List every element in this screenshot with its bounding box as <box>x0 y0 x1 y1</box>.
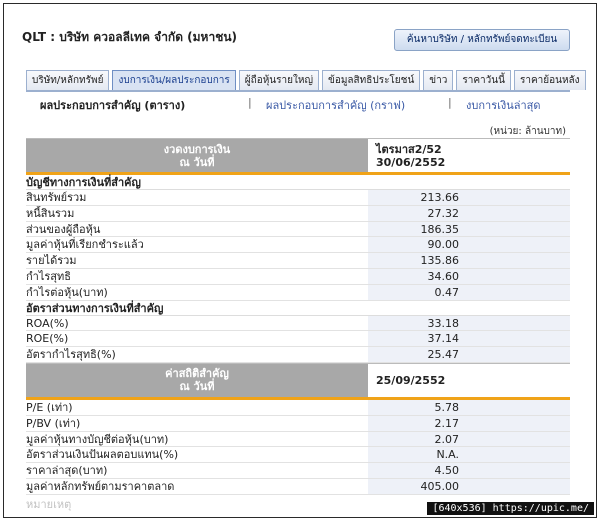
tab-company[interactable]: บริษัท/หลักทรัพย์ <box>26 70 110 90</box>
header-value: ไตรมาส2/52 30/06/2552 <box>368 139 570 172</box>
row-value: 25.47 <box>368 347 570 362</box>
row-value: 34.60 <box>368 268 570 284</box>
tab-rights[interactable]: ข้อมูลสิทธิประโยชน์ <box>321 70 421 90</box>
row-label: ROA(%) <box>26 315 368 331</box>
row-value: 405.00 <box>368 478 570 494</box>
row-value: 4.50 <box>368 463 570 478</box>
financial-table: งวดงบการเงิน ณ วันที่ ไตรมาส2/52 30/06/2… <box>26 138 570 511</box>
row-label: หนี้สินรวม <box>26 205 368 221</box>
watermark-badge: [640x536] https://upic.me/ <box>427 502 594 515</box>
page-frame: QLT : บริษัท ควอลลีเทค จำกัด (มหาชน) ค้น… <box>3 3 597 518</box>
subnav-graph-link[interactable]: ผลประกอบการสำคัญ (กราฟ) <box>266 96 405 114</box>
table-row: ROA(%) 33.18 <box>26 315 570 332</box>
table-row: P/E (เท่า) 5.78 <box>26 399 570 416</box>
row-label: ส่วนของผู้ถือหุ้น <box>26 221 368 237</box>
section-heading: บัญชีทางการเงินที่สำคัญ <box>26 175 570 190</box>
row-label: มูลค่าหุ้นที่เรียกชำระแล้ว <box>26 237 368 253</box>
row-value: 90.00 <box>368 237 570 253</box>
table-row: P/BV (เท่า) 2.17 <box>26 415 570 432</box>
row-value: 37.14 <box>368 331 570 347</box>
row-label: P/E (เท่า) <box>26 399 368 415</box>
table-row: สินทรัพย์รวม 213.66 <box>26 190 570 206</box>
subnav-separator: | <box>248 96 252 109</box>
tab-price-history[interactable]: ราคาย้อนหลัง <box>513 70 586 90</box>
row-value: 213.66 <box>368 190 570 205</box>
tab-news[interactable]: ข่าว <box>423 70 454 90</box>
tab-financials[interactable]: งบการเงิน/ผลประกอบการ <box>112 70 236 90</box>
row-value: 33.18 <box>368 315 570 331</box>
row-label: กำไรสุทธิ <box>26 268 368 284</box>
sub-navigation: ผลประกอบการสำคัญ (ตาราง) | ผลประกอบการสำ… <box>40 96 576 112</box>
row-label: อัตรากำไรสุทธิ(%) <box>26 347 368 362</box>
row-value: 27.32 <box>368 205 570 221</box>
header-date: 30/06/2552 <box>376 155 446 169</box>
header-value: 25/09/2552 <box>368 363 570 397</box>
table-row: รายได้รวม 135.86 <box>26 253 570 269</box>
row-value: 186.35 <box>368 221 570 237</box>
table-row: อัตรากำไรสุทธิ(%) 25.47 <box>26 347 570 363</box>
table-row: กำไรต่อหุ้น(บาท) 0.47 <box>26 284 570 301</box>
header-label-date: ณ วันที่ <box>179 380 215 394</box>
row-label: ราคาล่าสุด(บาท) <box>26 463 368 478</box>
row-value: 5.78 <box>368 399 570 415</box>
row-label: มูลค่าหลักทรัพย์ตามราคาตลาด <box>26 478 368 494</box>
row-value: 0.47 <box>368 284 570 300</box>
header-label-stats: ค่าสถิติสำคัญ <box>165 367 229 381</box>
section-heading: อัตราส่วนทางการเงินที่สำคัญ <box>26 301 570 316</box>
table-row: กำไรสุทธิ 34.60 <box>26 268 570 285</box>
search-company-button[interactable]: ค้นหาบริษัท / หลักทรัพย์จดทะเบียน <box>394 29 570 51</box>
table-row: หนี้สินรวม 27.32 <box>26 205 570 222</box>
header-label: ค่าสถิติสำคัญ ณ วันที่ <box>26 363 368 397</box>
company-title: QLT : บริษัท ควอลลีเทค จำกัด (มหาชน) <box>22 30 238 44</box>
tab-bar: บริษัท/หลักทรัพย์ งบการเงิน/ผลประกอบการ … <box>26 70 586 90</box>
subnav-latest-link[interactable]: งบการเงินล่าสุด <box>466 96 541 114</box>
row-label: กำไรต่อหุ้น(บาท) <box>26 284 368 300</box>
subnav-separator: | <box>448 96 452 109</box>
row-label: สินทรัพย์รวม <box>26 190 368 205</box>
header-label: งวดงบการเงิน ณ วันที่ <box>26 139 368 172</box>
header-quarter: ไตรมาส2/52 <box>376 142 442 156</box>
header-date: 25/09/2552 <box>376 373 446 387</box>
tab-major-shareholders[interactable]: ผู้ถือหุ้นรายใหญ่ <box>238 70 319 90</box>
row-label: P/BV (เท่า) <box>26 415 368 431</box>
table-row: ส่วนของผู้ถือหุ้น 186.35 <box>26 221 570 238</box>
table-header: งวดงบการเงิน ณ วันที่ ไตรมาส2/52 30/06/2… <box>26 138 570 172</box>
table-row: มูลค่าหุ้นที่เรียกชำระแล้ว 90.00 <box>26 237 570 254</box>
header-label-period: งวดงบการเงิน <box>163 142 231 156</box>
header-label-date: ณ วันที่ <box>179 155 215 169</box>
row-value: 135.86 <box>368 253 570 268</box>
table-row: ROE(%) 37.14 <box>26 331 570 348</box>
row-value: 2.07 <box>368 431 570 447</box>
table-row: มูลค่าหุ้นทางบัญชีต่อหุ้น(บาท) 2.07 <box>26 431 570 448</box>
row-label: อัตราส่วนเงินปันผลตอบแทน(%) <box>26 447 368 463</box>
tab-divider <box>26 90 570 92</box>
row-label: มูลค่าหุ้นทางบัญชีต่อหุ้น(บาท) <box>26 431 368 447</box>
row-value: 2.17 <box>368 415 570 431</box>
table-header: ค่าสถิติสำคัญ ณ วันที่ 25/09/2552 <box>26 362 570 397</box>
tab-price-today[interactable]: ราคาวันนี้ <box>456 70 511 90</box>
table-row: อัตราส่วนเงินปันผลตอบแทน(%) N.A. <box>26 447 570 464</box>
subnav-table-current: ผลประกอบการสำคัญ (ตาราง) <box>40 99 186 112</box>
table-row: ราคาล่าสุด(บาท) 4.50 <box>26 463 570 479</box>
row-label: ROE(%) <box>26 331 368 347</box>
row-label: รายได้รวม <box>26 253 368 268</box>
row-value: N.A. <box>368 447 570 463</box>
unit-label: (หน่วย: ล้านบาท) <box>489 126 566 137</box>
table-row: มูลค่าหลักทรัพย์ตามราคาตลาด 405.00 <box>26 478 570 495</box>
